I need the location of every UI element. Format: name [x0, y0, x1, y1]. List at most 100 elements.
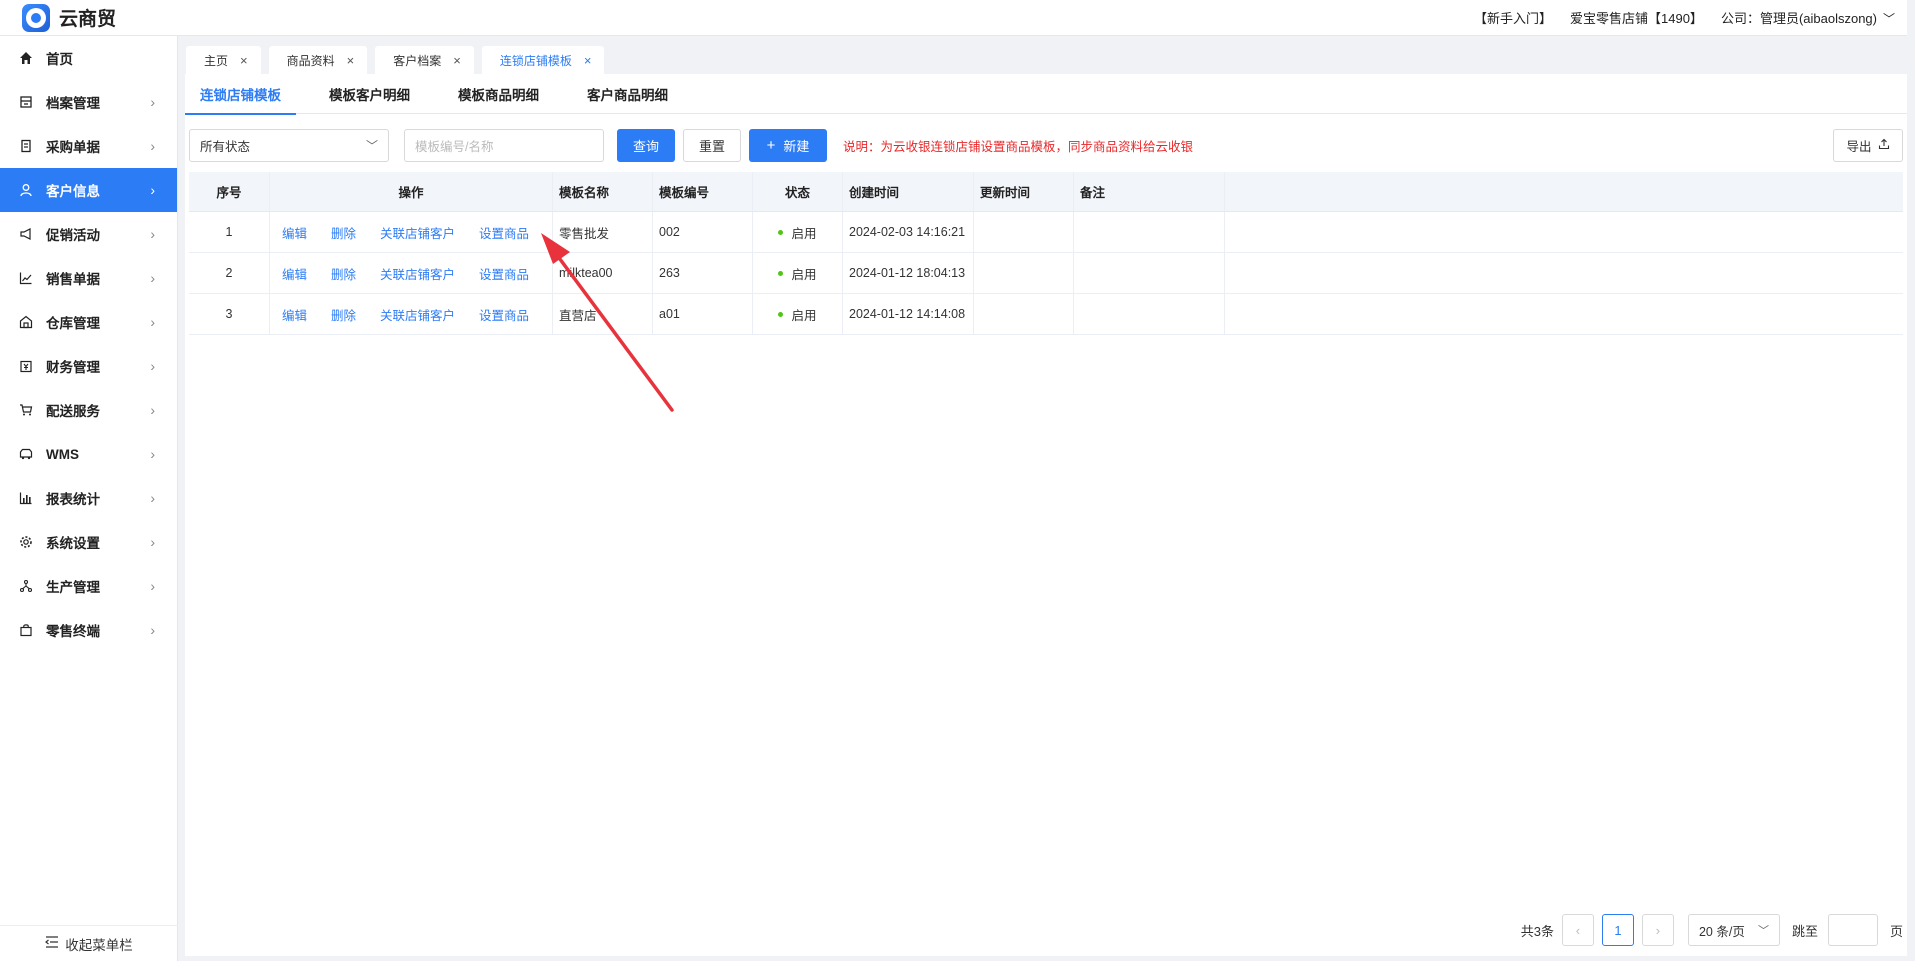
export-button[interactable]: 导出 — [1833, 128, 1903, 162]
sidebar-item-label: 档案管理 — [46, 96, 100, 111]
row-name: 零售批发 — [553, 212, 653, 252]
sidebar-item-retail-terminal[interactable]: 零售终端 › — [0, 608, 177, 652]
close-icon[interactable]: × — [584, 53, 592, 68]
delete-link[interactable]: 删除 — [331, 223, 356, 242]
next-page-button[interactable]: › — [1641, 914, 1674, 946]
close-icon[interactable]: × — [453, 53, 461, 68]
row-remark — [1074, 253, 1225, 293]
tab-label: 主页 — [204, 53, 229, 68]
edit-link[interactable]: 编辑 — [282, 305, 307, 324]
subtab-template-customer-detail[interactable]: 模板客户明细 — [314, 74, 425, 114]
edit-link[interactable]: 编辑 — [282, 264, 307, 283]
sidebar-item-label: 销售单据 — [46, 272, 100, 287]
close-icon[interactable]: × — [240, 53, 248, 68]
header-status: 状态 — [753, 172, 843, 211]
page-size-select[interactable]: 20 条/页 ﹀ — [1687, 914, 1780, 946]
row-idx: 2 — [189, 253, 270, 293]
jump-page-input[interactable] — [1827, 914, 1878, 946]
header-created: 创建时间 — [843, 172, 974, 211]
export-label: 导出 — [1846, 139, 1872, 154]
page-number-button[interactable]: 1 — [1601, 914, 1634, 946]
chevron-right-icon: › — [150, 314, 155, 330]
link-store-customer-link[interactable]: 关联店铺客户 — [380, 223, 455, 242]
chevron-down-icon: ﹀ — [1757, 925, 1769, 937]
sidebar-item-sales[interactable]: 销售单据 › — [0, 256, 177, 300]
search-input[interactable]: 模板编号/名称 — [404, 128, 604, 162]
query-button[interactable]: 查询 — [617, 128, 675, 162]
plus-icon: + — [766, 136, 776, 154]
sidebar-item-delivery[interactable]: 配送服务 › — [0, 388, 177, 432]
status-select-value: 所有状态 — [200, 139, 251, 154]
header-filler — [1225, 172, 1903, 211]
sidebar-item-promotion[interactable]: 促销活动 › — [0, 212, 177, 256]
sidebar-item-settings[interactable]: 系统设置 › — [0, 520, 177, 564]
warehouse-icon — [18, 314, 34, 330]
row-ops: 编辑 删除 关联店铺客户 设置商品 — [270, 294, 553, 334]
tab-label: 客户档案 — [393, 53, 442, 68]
close-icon[interactable]: × — [347, 53, 355, 68]
template-table: 序号 操作 模板名称 模板编号 状态 创建时间 更新时间 备注 1 编辑 删除 … — [189, 172, 1903, 335]
row-created: 2024-01-12 18:04:13 — [843, 253, 974, 293]
row-ops: 编辑 删除 关联店铺客户 设置商品 — [270, 212, 553, 252]
sidebar-item-label: 首页 — [46, 52, 73, 67]
account-menu[interactable]: 公司：管理员(aibaolszong) ﹀ — [1721, 8, 1895, 27]
chevron-right-icon: › — [150, 490, 155, 506]
status-text: 启用 — [791, 226, 817, 241]
link-store-customer-link[interactable]: 关联店铺客户 — [380, 305, 455, 324]
sidebar-item-label: 客户信息 — [46, 184, 100, 199]
set-products-link[interactable]: 设置商品 — [479, 223, 529, 242]
app-logo[interactable]: 云商贸 — [0, 3, 117, 32]
toolbar: 所有状态 ﹀ 模板编号/名称 查询 重置 + 新建 说明：为云收银连锁店铺设置商… — [189, 128, 1903, 162]
delete-link[interactable]: 删除 — [331, 305, 356, 324]
link-store-customer-link[interactable]: 关联店铺客户 — [380, 264, 455, 283]
sidebar-item-label: 生产管理 — [46, 580, 100, 595]
tab-products[interactable]: 商品资料 × — [268, 46, 368, 74]
tab-customer-archive[interactable]: 客户档案 × — [375, 46, 474, 74]
row-updated — [974, 253, 1074, 293]
table-row: 2 编辑 删除 关联店铺客户 设置商品 milktea00 263 启用 202… — [189, 253, 1903, 294]
subtab-chain-store-template[interactable]: 连锁店铺模板 — [185, 74, 296, 115]
collapse-menu-button[interactable]: 收起菜单栏 — [0, 925, 178, 961]
header-name: 模板名称 — [553, 172, 653, 211]
reset-button[interactable]: 重置 — [683, 128, 741, 162]
search-placeholder: 模板编号/名称 — [415, 139, 494, 154]
sidebar-item-archive[interactable]: 档案管理 › — [0, 80, 177, 124]
sidebar-item-purchase[interactable]: 采购单据 › — [0, 124, 177, 168]
page-tabs: 主页 × 商品资料 × 客户档案 × 连锁店铺模板 × — [185, 44, 1907, 74]
subtab-template-product-detail[interactable]: 模板商品明细 — [443, 74, 554, 114]
chevron-right-icon: › — [150, 270, 155, 286]
sidebar-item-warehouse[interactable]: 仓库管理 › — [0, 300, 177, 344]
row-ops: 编辑 删除 关联店铺客户 设置商品 — [270, 253, 553, 293]
tab-home[interactable]: 主页 × — [186, 46, 261, 74]
status-select[interactable]: 所有状态 ﹀ — [189, 128, 389, 162]
sidebar-item-production[interactable]: 生产管理 › — [0, 564, 177, 608]
set-products-link[interactable]: 设置商品 — [479, 305, 529, 324]
set-products-link[interactable]: 设置商品 — [479, 264, 529, 283]
store-name[interactable]: 爱宝零售店铺【1490】 — [1570, 8, 1703, 27]
sidebar-item-wms[interactable]: WMS › — [0, 432, 177, 476]
beginner-guide-link[interactable]: 【新手入门】 — [1474, 8, 1552, 27]
prev-page-button[interactable]: ‹ — [1561, 914, 1594, 946]
scrollbar[interactable] — [1907, 0, 1915, 961]
row-filler — [1225, 212, 1903, 252]
collapse-menu-icon — [45, 936, 59, 951]
chevron-right-icon: › — [150, 446, 155, 462]
subtab-customer-product-detail[interactable]: 客户商品明细 — [572, 74, 683, 114]
delete-link[interactable]: 删除 — [331, 264, 356, 283]
sidebar-item-label: 促销活动 — [46, 228, 100, 243]
new-button[interactable]: + 新建 — [749, 128, 827, 162]
edit-link[interactable]: 编辑 — [282, 223, 307, 242]
chevron-right-icon: › — [150, 138, 155, 154]
sidebar-item-home[interactable]: 首页 — [0, 36, 177, 80]
sidebar-item-label: 仓库管理 — [46, 316, 100, 331]
app-name: 云商贸 — [59, 9, 117, 30]
sidebar-item-label: WMS — [46, 446, 79, 462]
sidebar-item-finance[interactable]: 财务管理 › — [0, 344, 177, 388]
header-ops: 操作 — [270, 172, 553, 211]
sidebar-item-customer-info[interactable]: 客户信息 › — [0, 168, 177, 212]
row-status: 启用 — [753, 253, 843, 293]
sidebar-item-reports[interactable]: 报表统计 › — [0, 476, 177, 520]
tab-chain-store-template[interactable]: 连锁店铺模板 × — [481, 46, 605, 74]
sub-tabs: 连锁店铺模板 模板客户明细 模板商品明细 客户商品明细 — [185, 74, 1907, 115]
notice-text: 说明：为云收银连锁店铺设置商品模板，同步商品资料给云收银 — [843, 139, 1194, 154]
